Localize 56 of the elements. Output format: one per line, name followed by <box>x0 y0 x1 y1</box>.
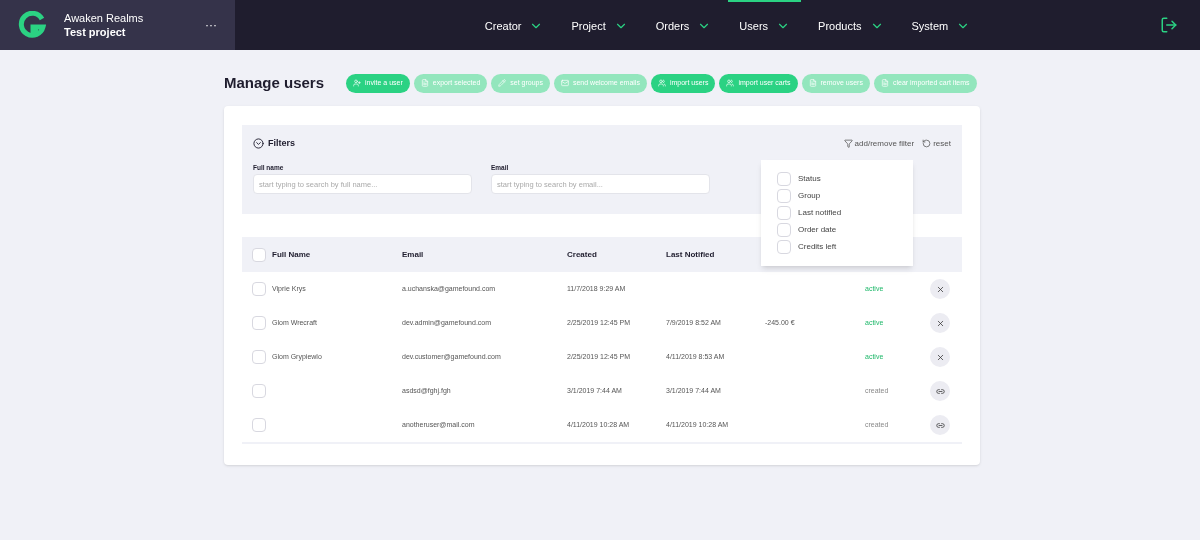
checkbox[interactable] <box>252 418 266 432</box>
chevron-circle-icon[interactable] <box>253 138 264 150</box>
filter-option[interactable]: Order date <box>798 224 837 236</box>
link-icon <box>935 386 945 396</box>
filter-option[interactable]: Group <box>798 190 821 202</box>
funnel-icon <box>843 139 853 149</box>
people-icon <box>657 79 666 87</box>
column-header: Created <box>567 248 598 261</box>
nav-tab[interactable]: Orders <box>644 0 723 50</box>
nav-tab[interactable]: System <box>900 0 982 50</box>
filter-option[interactable]: Status <box>798 173 821 185</box>
close-icon <box>935 318 945 328</box>
logo-icon <box>18 11 46 39</box>
document-icon <box>420 79 429 87</box>
undo-icon <box>922 139 932 149</box>
remove-button[interactable] <box>930 347 950 367</box>
remove-button[interactable] <box>930 279 950 299</box>
close-icon <box>935 352 945 362</box>
add-remove-filter-link[interactable]: add/remove filter <box>843 137 915 150</box>
checkbox[interactable] <box>252 247 266 262</box>
column-header: Full Name <box>272 248 311 261</box>
page-title: Manage users <box>224 72 325 93</box>
person-plus-icon <box>353 79 362 87</box>
checkbox[interactable] <box>777 240 791 254</box>
checkbox[interactable] <box>252 384 266 398</box>
link-icon <box>935 420 945 430</box>
checkbox[interactable] <box>252 350 266 364</box>
column-header: Last Notified <box>666 248 716 261</box>
pencil-icon <box>498 79 507 87</box>
nav-tab[interactable]: Users <box>728 0 802 50</box>
document-icon <box>808 79 817 87</box>
document-icon <box>880 79 889 87</box>
project-name: Test project <box>64 25 127 39</box>
envelope-icon <box>560 79 569 87</box>
filter-option[interactable]: Credits left <box>798 241 837 253</box>
checkbox[interactable] <box>777 189 791 203</box>
column-header: Email <box>402 248 425 261</box>
filters-title: Filters <box>268 137 295 150</box>
link-button[interactable] <box>930 381 950 401</box>
nav-tab[interactable]: Project <box>560 0 639 50</box>
checkbox[interactable] <box>252 282 266 296</box>
close-icon <box>935 284 945 294</box>
filter-option[interactable]: Last notified <box>798 207 842 219</box>
nav-tab[interactable]: Products <box>807 0 895 50</box>
people-icon <box>726 79 735 87</box>
nav-tab[interactable]: Creator <box>473 0 555 50</box>
more-button[interactable]: ··· <box>205 16 217 34</box>
link-button[interactable] <box>930 415 950 435</box>
remove-button[interactable] <box>930 313 950 333</box>
checkbox[interactable] <box>777 223 791 237</box>
checkbox[interactable] <box>777 206 791 220</box>
reset-link[interactable]: reset <box>922 137 951 150</box>
checkbox[interactable] <box>777 172 791 186</box>
checkbox[interactable] <box>252 316 266 330</box>
logout-icon[interactable] <box>1160 16 1178 34</box>
company-name: Awaken Realms <box>64 11 144 25</box>
